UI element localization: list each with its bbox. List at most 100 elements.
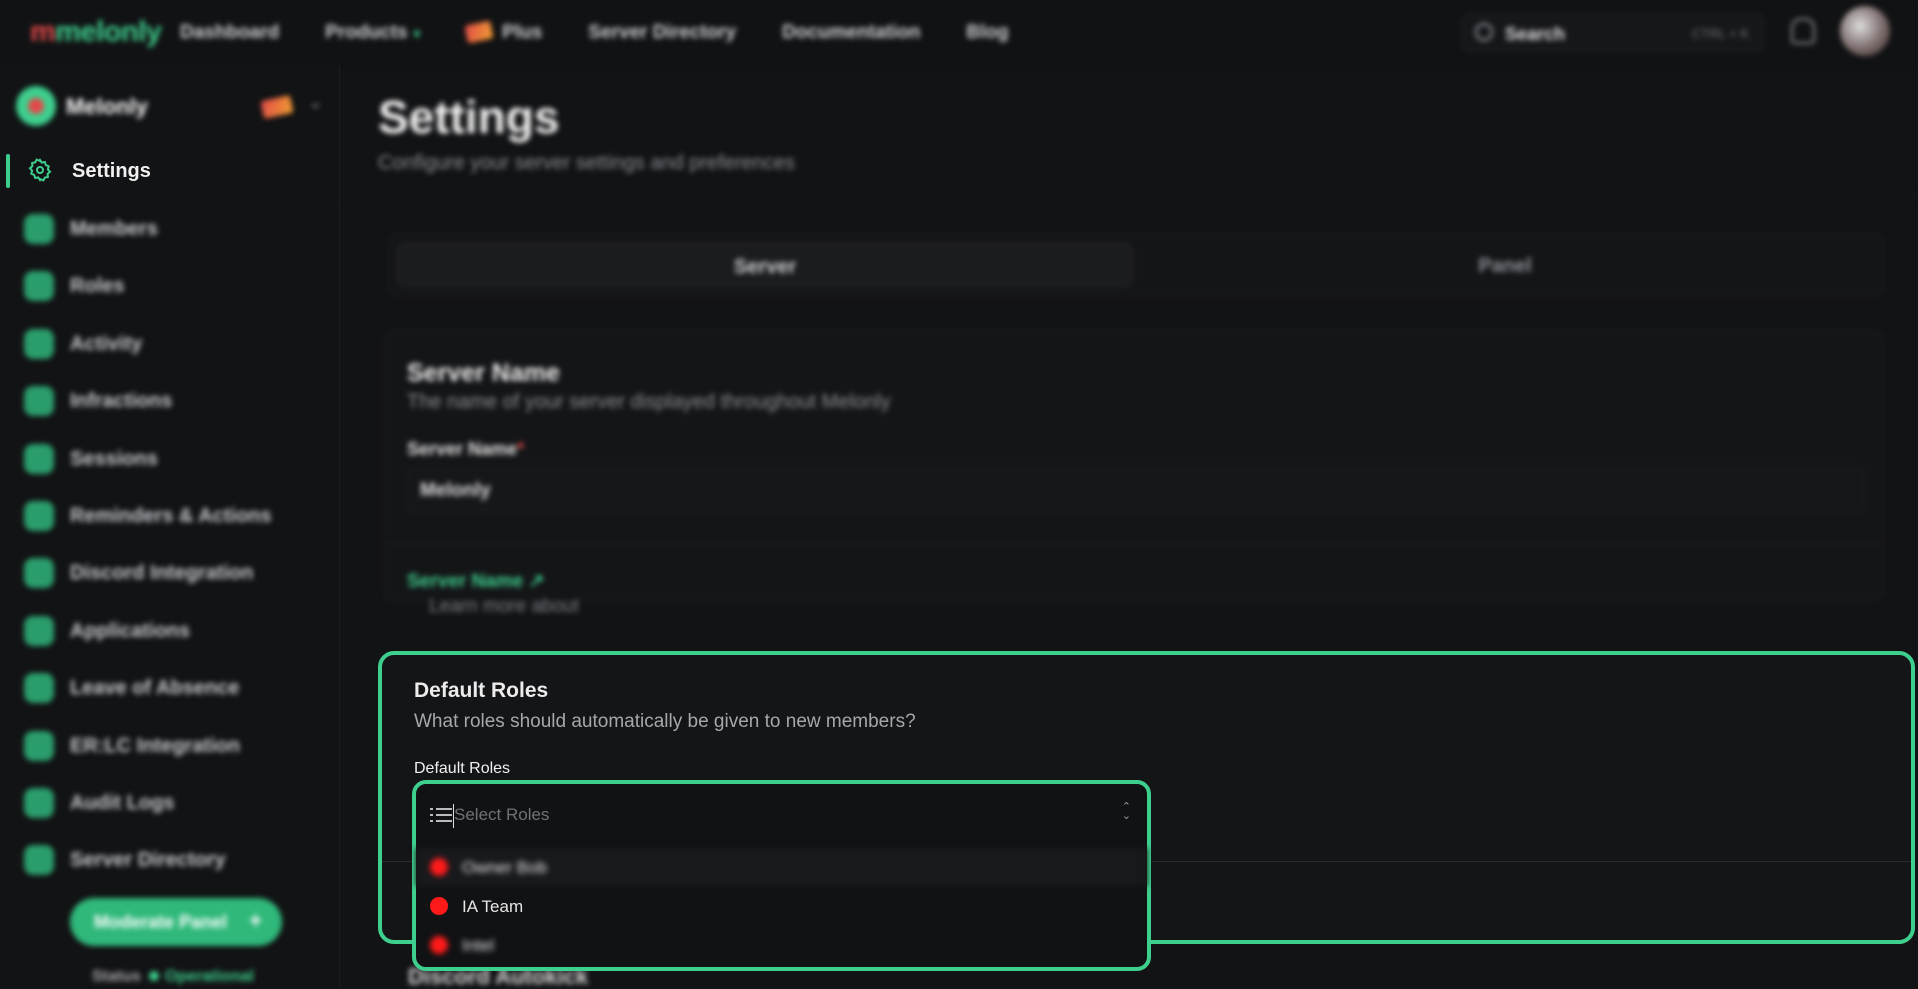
sidebar-item-label: Audit Logs bbox=[70, 791, 175, 814]
car-icon bbox=[24, 730, 54, 761]
sessions-icon bbox=[24, 443, 54, 474]
learn-more-prefix: Learn more about bbox=[429, 596, 579, 617]
sidebar-item-reminders[interactable]: Reminders & Actions bbox=[0, 489, 340, 546]
status-label: Status bbox=[92, 968, 141, 985]
field-label: Server Name* bbox=[407, 439, 524, 460]
sidebar-item-label: ER:LC Integration bbox=[70, 734, 240, 757]
sidebar-item-erlc-integration[interactable]: ER:LC Integration bbox=[0, 719, 340, 776]
field-label: Default Roles bbox=[414, 760, 511, 777]
card-footer: Learn more about Server Name ↗ bbox=[385, 543, 1883, 617]
status-indicator: Status Operational bbox=[92, 968, 254, 986]
sidebar-item-activity[interactable]: Activity bbox=[0, 317, 340, 374]
search-input[interactable]: Search CTRL + K bbox=[1462, 14, 1764, 52]
card-description: The name of your server displayed throug… bbox=[407, 391, 891, 413]
search-shortcut: CTRL + K bbox=[1692, 26, 1749, 41]
status-dot bbox=[148, 971, 159, 981]
default-roles-select[interactable]: Select Roles ⌃ ⌄ Owner Bob IA Team Intel bbox=[412, 780, 1151, 971]
sidebar-item-label: Reminders & Actions bbox=[70, 504, 272, 527]
settings-tabs: Server Panel bbox=[388, 234, 1884, 296]
search-icon bbox=[1475, 23, 1493, 41]
server-name-value: Melonly bbox=[420, 480, 491, 501]
sidebar-item-label: Roles bbox=[70, 275, 125, 298]
nav-blog[interactable]: Blog bbox=[966, 22, 1008, 44]
sidebar: Melonly ⌄ Settings Members Roles Activit… bbox=[0, 66, 340, 989]
page-header: Settings Configure your server settings … bbox=[342, 66, 1918, 196]
nav-products-label: Products bbox=[325, 22, 408, 43]
card-description: What roles should automatically be given… bbox=[414, 711, 916, 732]
moderate-panel-label: Moderate Panel bbox=[94, 912, 228, 932]
nav-links: Dashboard Products ▾ Plus Server Director… bbox=[180, 20, 1009, 44]
user-avatar[interactable] bbox=[1840, 6, 1890, 56]
calendar-icon bbox=[24, 673, 54, 704]
role-color-dot bbox=[430, 897, 448, 915]
infractions-icon bbox=[24, 386, 54, 417]
learn-more-text: Learn more about Server Name ↗ bbox=[407, 570, 579, 617]
moderate-panel-button[interactable]: Moderate Panel + bbox=[70, 898, 282, 946]
sidebar-item-server-directory[interactable]: Server Directory bbox=[0, 833, 340, 890]
role-option-label: IA Team bbox=[462, 897, 524, 916]
sidebar-item-label: Server Directory bbox=[70, 849, 226, 872]
sidebar-item-roles[interactable]: Roles bbox=[0, 259, 340, 316]
plus-badge-icon bbox=[260, 95, 294, 119]
nav-plus[interactable]: Plus bbox=[464, 20, 543, 44]
sidebar-item-label: Discord Integration bbox=[70, 562, 254, 585]
nav-server-directory[interactable]: Server Directory bbox=[588, 22, 736, 44]
role-option[interactable]: Owner Bob bbox=[416, 848, 1147, 886]
server-avatar bbox=[16, 86, 56, 126]
server-name-card: Server Name The name of your server disp… bbox=[384, 330, 1884, 617]
discord-icon bbox=[24, 558, 54, 589]
nav-documentation[interactable]: Documentation bbox=[782, 22, 920, 44]
sidebar-item-audit-logs[interactable]: Audit Logs bbox=[0, 776, 340, 833]
sidebar-item-label: Activity bbox=[70, 332, 143, 355]
select-placeholder[interactable]: Select Roles bbox=[454, 805, 549, 825]
sidebar-item-label: Leave of Absence bbox=[70, 677, 240, 700]
top-navbar: mmelonly Dashboard Products ▾ Plus Server… bbox=[0, 0, 1918, 66]
sidebar-item-label: Sessions bbox=[70, 447, 158, 470]
sidebar-item-settings[interactable]: Settings bbox=[0, 152, 340, 192]
nav-dashboard[interactable]: Dashboard bbox=[180, 22, 279, 44]
chevron-up-down-icon: ⌃ ⌄ bbox=[1121, 801, 1131, 822]
bell-icon[interactable] bbox=[1791, 18, 1815, 44]
melonly-logo[interactable]: mmelonly bbox=[30, 16, 162, 49]
audit-log-icon bbox=[24, 787, 54, 818]
gear-icon bbox=[28, 158, 52, 182]
roles-icon bbox=[24, 271, 54, 302]
role-option[interactable]: IA Team bbox=[416, 887, 1147, 925]
external-link-icon: ↗ bbox=[523, 571, 545, 592]
sidebar-nav-list: Members Roles Activity Infractions Sessi… bbox=[0, 202, 340, 891]
card-title: Server Name bbox=[407, 359, 560, 387]
role-option-label: Owner Bob bbox=[462, 858, 548, 877]
nav-plus-label: Plus bbox=[502, 22, 543, 43]
field-label-text: Server Name bbox=[407, 439, 518, 459]
nav-products[interactable]: Products ▾ bbox=[325, 22, 420, 44]
sidebar-item-members[interactable]: Members bbox=[0, 202, 340, 259]
active-indicator bbox=[6, 154, 10, 188]
list-icon bbox=[430, 808, 452, 824]
page-subtitle: Configure your server settings and prefe… bbox=[378, 152, 795, 174]
sidebar-item-label: Applications bbox=[70, 619, 191, 642]
tab-server[interactable]: Server bbox=[397, 243, 1133, 287]
server-name-field[interactable]: Melonly bbox=[407, 467, 1865, 513]
plus-badge-icon bbox=[464, 20, 494, 44]
role-color-dot bbox=[430, 858, 448, 876]
logo-text: melonly bbox=[55, 16, 162, 48]
reminders-icon bbox=[24, 500, 54, 531]
sidebar-item-applications[interactable]: Applications bbox=[0, 604, 340, 661]
card-title: Default Roles bbox=[414, 679, 549, 702]
server-switcher[interactable]: Melonly ⌄ bbox=[16, 84, 336, 128]
sidebar-item-sessions[interactable]: Sessions bbox=[0, 432, 340, 489]
directory-icon bbox=[24, 845, 54, 876]
role-option-label: Intel bbox=[462, 936, 495, 955]
server-name: Melonly bbox=[66, 94, 148, 119]
applications-icon bbox=[24, 615, 54, 646]
search-label: Search bbox=[1505, 24, 1566, 44]
sidebar-item-label: Infractions bbox=[70, 390, 173, 413]
tab-panel[interactable]: Panel bbox=[1137, 243, 1873, 287]
sidebar-item-infractions[interactable]: Infractions bbox=[0, 374, 340, 431]
sidebar-item-label: Settings bbox=[72, 160, 151, 182]
sidebar-item-discord-integration[interactable]: Discord Integration bbox=[0, 546, 340, 603]
sidebar-item-leave-of-absence[interactable]: Leave of Absence bbox=[0, 661, 340, 718]
role-option[interactable]: Intel bbox=[416, 926, 1147, 964]
learn-more-link[interactable]: Server Name bbox=[407, 571, 523, 592]
activity-icon bbox=[24, 328, 54, 359]
